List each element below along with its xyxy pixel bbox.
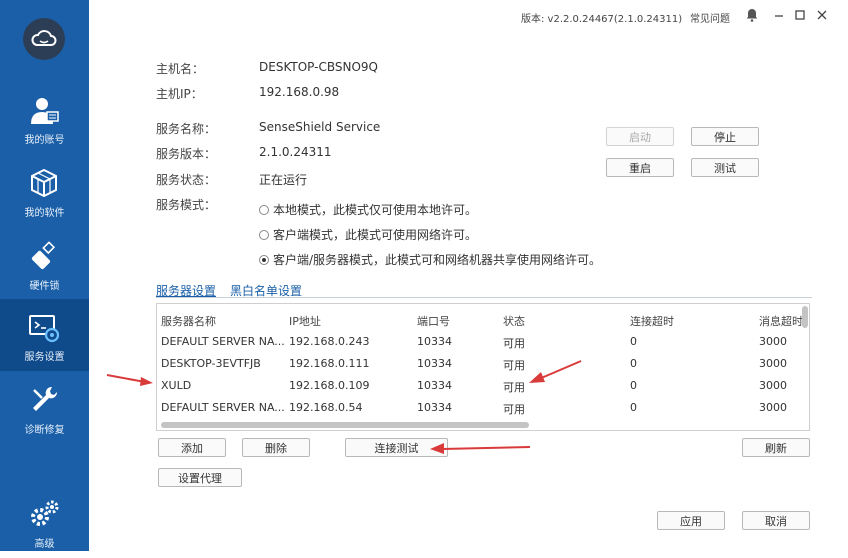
cell-server-name: DEFAULT SERVER NA...: [161, 401, 285, 414]
annotation-arrow-icon: [106, 374, 153, 386]
vertical-scrollbar[interactable]: [802, 306, 808, 328]
sidebar-item-label: 服务设置: [24, 352, 65, 363]
sidebar-item-label: 高级: [34, 539, 55, 550]
cell-port: 10334: [417, 357, 452, 370]
service-status-value: 正在运行: [259, 173, 308, 187]
service-mode-label: 服务模式：: [156, 198, 217, 212]
sidebar-item-label: 硬件锁: [29, 281, 60, 292]
delete-button[interactable]: 删除: [242, 438, 310, 457]
cell-message-timeout: 3000: [759, 401, 787, 414]
cell-server-name: DESKTOP-3EVTFJB: [161, 357, 261, 370]
apply-button[interactable]: 应用: [657, 511, 725, 530]
usb-key-icon: [31, 241, 56, 270]
radio-button-selected[interactable]: [259, 254, 269, 265]
server-table[interactable]: 服务器名称 IP地址 端口号 状态 连接超时 消息超时 DEFAULT SERV…: [156, 303, 810, 431]
sidebar-item-service-settings[interactable]: 服务设置: [0, 299, 89, 371]
cell-connect-timeout: 0: [630, 357, 637, 370]
stop-button[interactable]: 停止: [691, 127, 759, 146]
cell-ip: 192.168.0.109: [289, 379, 370, 392]
sidebar-item-my-account[interactable]: 我的账号: [0, 82, 89, 154]
host-name-value: DESKTOP-CBSNO9Q: [259, 60, 378, 74]
app-logo-icon: [23, 18, 65, 60]
version-text: 版本: v2.2.0.24467(2.1.0.24311): [521, 14, 683, 25]
gears-icon: [31, 500, 59, 526]
set-proxy-button[interactable]: 设置代理: [158, 468, 242, 487]
service-settings-icon: [29, 315, 60, 343]
test-button[interactable]: 测试: [691, 158, 759, 177]
close-icon[interactable]: [815, 8, 829, 22]
wrench-icon: [33, 386, 58, 411]
sidebar: 我的账号 我的软件 硬件锁 服务设置 诊断修复 高级: [0, 0, 89, 551]
service-name-label: 服务名称：: [156, 122, 217, 136]
mode-client-label: 客户端模式，此模式可使用网络许可。: [273, 228, 478, 242]
column-header[interactable]: IP地址: [289, 313, 321, 329]
cube-icon: [31, 168, 57, 198]
cell-port: 10334: [417, 401, 452, 414]
mode-radio-client-server[interactable]: 客户端/服务器模式，此模式可和网络机器共享使用网络许可。: [259, 251, 601, 268]
cell-status: 可用: [503, 337, 525, 350]
cell-connect-timeout: 0: [630, 335, 637, 348]
radio-button[interactable]: [259, 204, 269, 215]
sidebar-item-my-software[interactable]: 我的软件: [0, 155, 89, 227]
cell-message-timeout: 3000: [759, 357, 787, 370]
service-status-label: 服务状态：: [156, 173, 217, 187]
cell-ip: 192.168.0.111: [289, 357, 370, 370]
cell-status: 可用: [503, 381, 525, 394]
minimize-icon[interactable]: [772, 8, 786, 22]
bell-icon[interactable]: [745, 8, 759, 22]
mode-client-server-label: 客户端/服务器模式，此模式可和网络机器共享使用网络许可。: [273, 253, 602, 267]
add-button[interactable]: 添加: [158, 438, 226, 457]
column-header[interactable]: 端口号: [417, 313, 450, 329]
cell-server-name: DEFAULT SERVER NA...: [161, 335, 285, 348]
column-header[interactable]: 连接超时: [630, 313, 674, 329]
host-name-label: 主机名：: [156, 62, 205, 76]
cell-server-name: XULD: [161, 379, 192, 392]
column-header[interactable]: 状态: [503, 313, 525, 329]
title-bar: 版本: v2.2.0.24467(2.1.0.24311) 常见问题: [89, 0, 848, 32]
sidebar-item-label: 诊断修复: [24, 425, 65, 436]
host-ip-value: 192.168.0.98: [259, 85, 340, 99]
user-icon: [31, 98, 59, 124]
cell-status: 可用: [503, 403, 525, 416]
service-version-value: 2.1.0.24311: [259, 145, 332, 159]
mode-radio-client[interactable]: 客户端模式，此模式可使用网络许可。: [259, 226, 477, 243]
radio-button[interactable]: [259, 229, 269, 240]
start-button[interactable]: 启动: [606, 127, 674, 146]
cancel-button[interactable]: 取消: [742, 511, 810, 530]
service-name-value: SenseShield Service: [259, 120, 381, 134]
horizontal-scrollbar[interactable]: [161, 422, 529, 428]
cell-message-timeout: 3000: [759, 335, 787, 348]
cell-ip: 192.168.0.243: [289, 335, 370, 348]
cell-connect-timeout: 0: [630, 379, 637, 392]
host-ip-label: 主机IP：: [156, 87, 203, 101]
refresh-button[interactable]: 刷新: [742, 438, 810, 457]
sidebar-item-label: 我的软件: [24, 208, 65, 219]
cell-ip: 192.168.0.54: [289, 401, 363, 414]
maximize-icon[interactable]: [793, 8, 807, 22]
service-version-label: 服务版本：: [156, 147, 217, 161]
restart-button[interactable]: 重启: [606, 158, 674, 177]
faq-link[interactable]: 常见问题: [690, 10, 730, 25]
cell-port: 10334: [417, 335, 452, 348]
tab-divider: [156, 297, 812, 298]
sidebar-item-diagnose-repair[interactable]: 诊断修复: [0, 372, 89, 444]
mode-radio-local[interactable]: 本地模式，此模式仅可使用本地许可。: [259, 201, 477, 218]
sidebar-item-hardware-lock[interactable]: 硬件锁: [0, 228, 89, 300]
annotation-arrow-icon: [529, 360, 582, 383]
cell-connect-timeout: 0: [630, 401, 637, 414]
sidebar-item-label: 我的账号: [24, 135, 65, 146]
cell-message-timeout: 3000: [759, 379, 787, 392]
cell-port: 10334: [417, 379, 452, 392]
mode-local-label: 本地模式，此模式仅可使用本地许可。: [273, 203, 478, 217]
column-header[interactable]: 消息超时: [759, 313, 803, 329]
column-header[interactable]: 服务器名称: [161, 313, 216, 329]
cell-status: 可用: [503, 359, 525, 372]
annotation-arrow-icon: [430, 443, 531, 454]
sidebar-item-advanced[interactable]: 高级: [0, 486, 89, 558]
